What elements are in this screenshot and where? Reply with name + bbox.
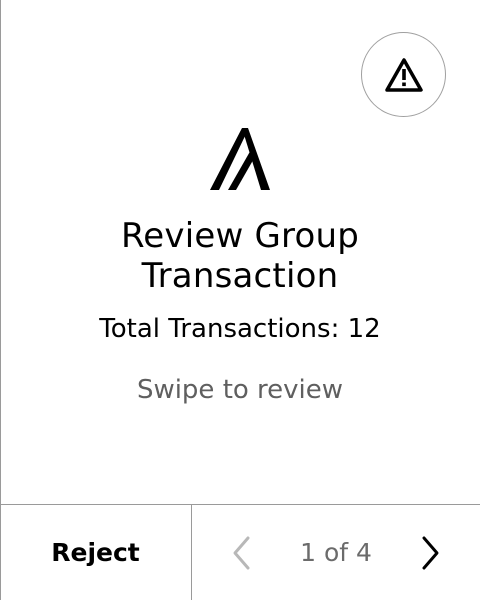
reject-button[interactable]: Reject — [0, 505, 192, 600]
warning-button[interactable] — [361, 32, 446, 117]
swipe-hint: Swipe to review — [136, 375, 344, 405]
algorand-logo-icon — [210, 128, 270, 190]
chevron-left-icon[interactable] — [226, 533, 258, 573]
chevron-right-icon[interactable] — [414, 533, 446, 573]
pager: 1 of 4 — [192, 505, 480, 600]
footer-bar: Reject 1 of 4 — [0, 504, 480, 600]
pager-label: 1 of 4 — [300, 538, 372, 567]
warning-triangle-icon — [384, 57, 423, 92]
total-transactions-label: Total Transactions: 12 — [99, 314, 381, 344]
page-title-line-2: Transaction — [141, 256, 339, 296]
page-title-line-1: Review Group — [120, 216, 360, 256]
page-title: Review Group Transaction — [0, 216, 480, 296]
